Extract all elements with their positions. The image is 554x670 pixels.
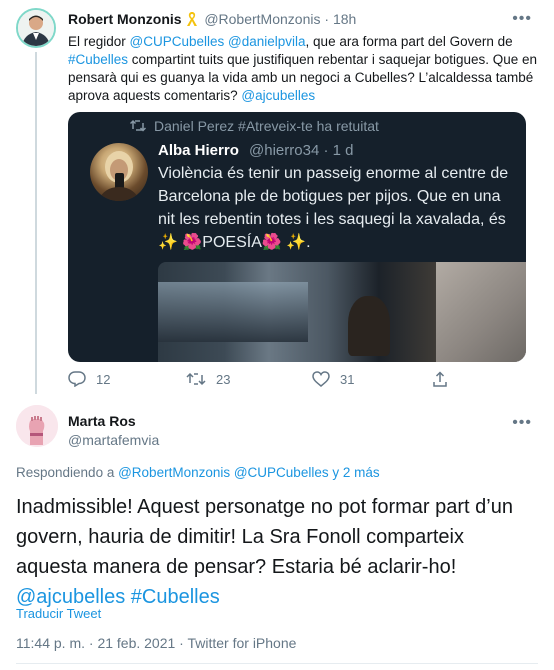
retweet-icon <box>186 372 206 386</box>
heart-icon <box>312 371 330 387</box>
translate-tweet-link[interactable]: Traducir Tweet <box>16 606 101 621</box>
reply-author-name[interactable]: Marta Ros <box>68 413 136 429</box>
quoted-author-meta[interactable]: @hierro34 · 1 d <box>249 142 353 159</box>
raised-fist-icon <box>16 405 58 447</box>
yellow-ribbon-icon <box>187 12 198 26</box>
tweet-action-bar: 12 23 31 <box>68 371 458 391</box>
quoted-tweet-text: Violència és tenir un passeig enorme al … <box>158 165 509 251</box>
tweet-time[interactable]: 18h <box>333 11 356 27</box>
retweet-button[interactable]: 23 <box>186 371 230 387</box>
quoted-author-name[interactable]: Alba Hierro <box>158 142 239 159</box>
quoted-tweet-header: Alba Hierro @hierro34 · 1 d <box>158 142 353 159</box>
retweeted-by-label: Daniel Perez #Atreveix-te ha retuitat <box>154 118 379 134</box>
more-options-icon[interactable]: ••• <box>512 10 532 28</box>
reply-icon <box>68 371 86 387</box>
quoted-tweet-media[interactable] <box>158 262 526 362</box>
tweet-robert-monzonis[interactable]: Robert Monzonis @RobertMonzonis · 18h ••… <box>0 0 554 394</box>
thread-connector-line <box>35 52 37 394</box>
share-icon <box>433 371 447 387</box>
tweet-text-segment: El regidor <box>68 34 130 49</box>
retweeted-by-line: Daniel Perez #Atreveix-te ha retuitat <box>129 118 379 135</box>
retweet-icon <box>129 118 147 135</box>
reply-body: Inadmissible! Aquest personatge no pot f… <box>16 496 513 578</box>
media-region-figure <box>348 296 390 356</box>
reply-author-handle[interactable]: @martafemvia <box>68 432 159 448</box>
separator-dot: · <box>324 11 330 27</box>
tweet-header: Robert Monzonis @RobertMonzonis · 18h <box>68 10 356 28</box>
replying-to-users[interactable]: @RobertMonzonis @CUPCubelles y 2 más <box>118 465 380 480</box>
like-button[interactable]: 31 <box>312 371 354 387</box>
robert-monzonis-avatar[interactable] <box>16 8 56 48</box>
alba-hierro-avatar[interactable] <box>90 143 148 201</box>
tweet-text: El regidor @CUPCubelles @danielpvila, qu… <box>68 33 540 105</box>
replying-to-line: Respondiendo a @RobertMonzonis @CUPCubel… <box>16 465 380 480</box>
share-button[interactable] <box>432 371 458 387</box>
tweet-text-segment: , que ara forma part del Govern de <box>305 34 513 49</box>
author-handle[interactable]: @RobertMonzonis <box>204 11 320 27</box>
divider <box>16 663 538 664</box>
tweet-text-link[interactable]: #Cubelles <box>68 52 128 67</box>
author-name[interactable]: Robert Monzonis <box>68 11 182 27</box>
person-photo-icon <box>98 151 140 201</box>
media-region-left <box>158 282 308 342</box>
person-portrait-icon <box>18 10 54 46</box>
reply-tweet-text: Inadmissible! Aquest personatge no pot f… <box>16 492 536 612</box>
like-count: 31 <box>340 371 355 387</box>
reply-count: 12 <box>96 371 111 387</box>
marta-ros-avatar[interactable] <box>16 405 58 447</box>
retweet-count: 23 <box>216 371 231 387</box>
reply-button[interactable]: 12 <box>68 371 110 387</box>
replying-prefix: Respondiendo a <box>16 465 119 480</box>
media-region-right <box>436 262 526 362</box>
reply-more-options-icon[interactable]: ••• <box>512 414 532 432</box>
tweet-text-link[interactable]: @CUPCubelles <box>130 34 225 49</box>
tweet-text-link[interactable]: @ajcubelles <box>241 88 315 103</box>
quoted-tweet-card[interactable]: Daniel Perez #Atreveix-te ha retuitat Al… <box>68 112 526 362</box>
tweet-text-link[interactable]: @danielpvila <box>228 34 306 49</box>
tweet-timestamp-source[interactable]: 11:44 p. m. · 21 feb. 2021 · Twitter for… <box>16 635 296 651</box>
